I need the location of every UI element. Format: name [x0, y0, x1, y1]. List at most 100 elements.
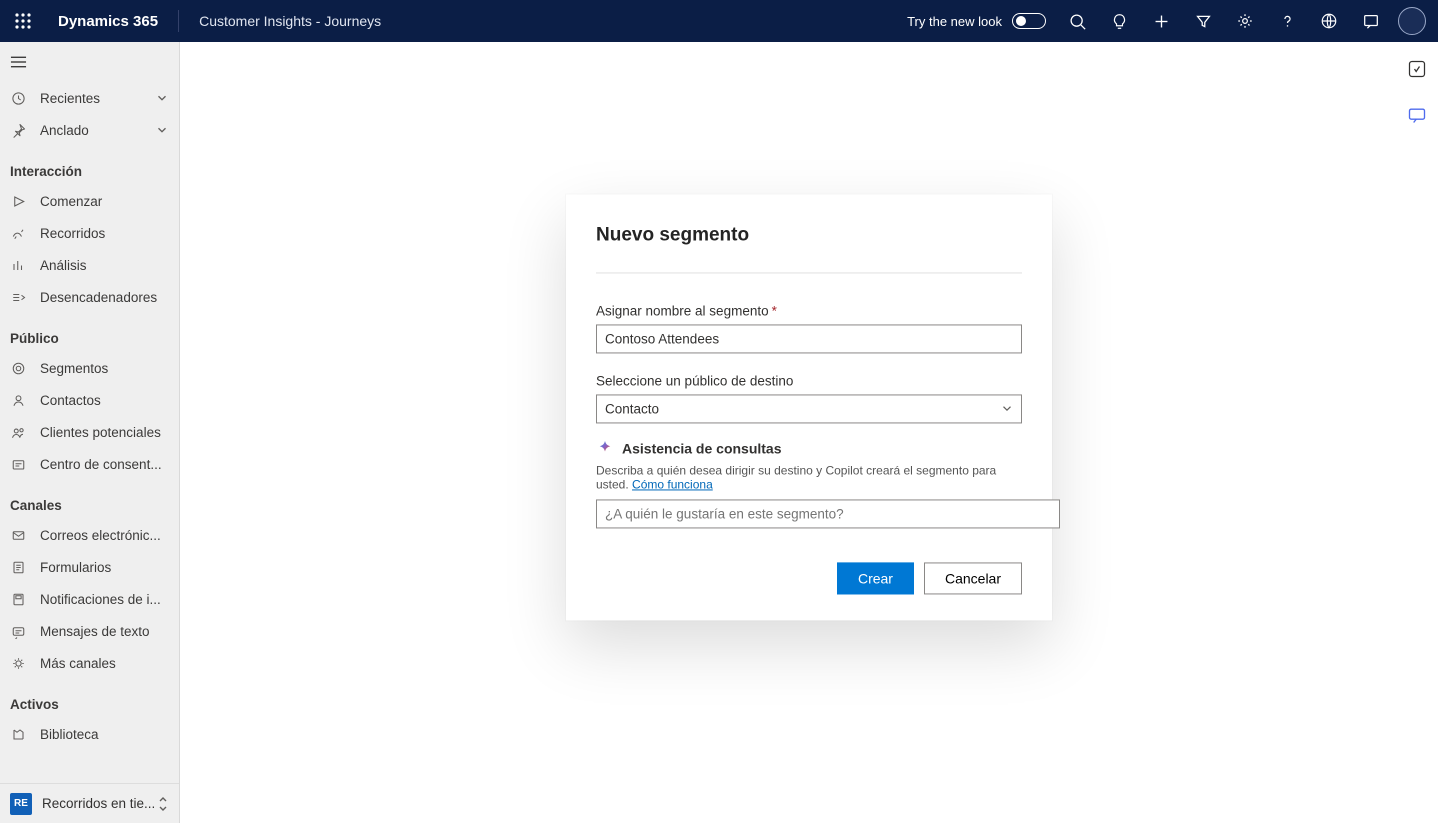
nav-item-label: Contactos — [40, 393, 169, 408]
lightbulb-icon — [1111, 13, 1128, 30]
waffle-icon — [15, 13, 31, 29]
nav-item-icon — [10, 225, 26, 241]
nav-item-label: Desencadenadores — [40, 290, 169, 305]
insights-button[interactable] — [1098, 0, 1140, 42]
chat-icon — [1407, 105, 1427, 125]
nav-pinned[interactable]: Anclado — [0, 114, 179, 146]
dialog-title: Nuevo segmento — [596, 224, 1022, 246]
module-name[interactable]: Customer Insights - Journeys — [199, 13, 381, 29]
nav-group-header: Público — [0, 313, 179, 352]
audience-label: Seleccione un público de destino — [596, 373, 1022, 388]
teams-chat-button[interactable] — [1402, 100, 1432, 130]
nav-item-icon — [10, 193, 26, 209]
nav-item-label: Biblioteca — [40, 727, 169, 742]
divider — [596, 272, 1022, 273]
nav-item-icon — [10, 726, 26, 742]
nav-item-icon — [10, 655, 26, 671]
how-it-works-link[interactable]: Cómo funciona — [632, 477, 713, 491]
clock-icon — [10, 90, 26, 106]
globe-button[interactable] — [1308, 0, 1350, 42]
nav-item-icon — [10, 456, 26, 472]
help-icon — [1279, 13, 1296, 30]
area-switcher[interactable]: RE Recorridos en tie... — [0, 783, 179, 823]
nav-item[interactable]: Notificaciones de i... — [0, 583, 179, 615]
nav-item-label: Análisis — [40, 258, 169, 273]
hamburger-icon — [10, 55, 27, 69]
nav-item-icon — [10, 424, 26, 440]
app-title: Dynamics 365 — [58, 13, 158, 30]
gear-icon — [1236, 12, 1254, 30]
nav-collapse-button[interactable] — [0, 42, 179, 82]
top-bar: Dynamics 365 Customer Insights - Journey… — [0, 0, 1438, 42]
area-label: Recorridos en tie... — [42, 796, 157, 811]
divider — [178, 10, 179, 32]
audience-select[interactable] — [596, 394, 1022, 423]
nav-item-label: Mensajes de texto — [40, 624, 169, 639]
area-badge: RE — [10, 793, 32, 815]
create-button[interactable]: Crear — [837, 562, 914, 594]
nav-item[interactable]: Centro de consent... — [0, 448, 179, 480]
user-avatar[interactable] — [1398, 7, 1426, 35]
nav-item-label: Centro de consent... — [40, 457, 169, 472]
nav-group-header: Activos — [0, 679, 179, 718]
messenger-button[interactable] — [1350, 0, 1392, 42]
copilot-icon — [596, 439, 614, 457]
segment-name-input[interactable] — [596, 324, 1022, 353]
nav-item-icon — [10, 623, 26, 639]
query-assist-desc: Describa a quién desea dirigir su destin… — [596, 463, 1022, 491]
filter-button[interactable] — [1182, 0, 1224, 42]
nav-item-icon — [10, 257, 26, 273]
nav-item-label: Correos electrónic... — [40, 528, 169, 543]
nav-recent[interactable]: Recientes — [0, 82, 179, 114]
chat-panel-icon — [1362, 12, 1380, 30]
nav-item[interactable]: Desencadenadores — [0, 281, 179, 313]
chevron-down-icon — [155, 123, 169, 137]
globe-icon — [1320, 12, 1338, 30]
nav-item-label: Más canales — [40, 656, 169, 671]
plus-icon — [1153, 13, 1170, 30]
nav-item-label: Comenzar — [40, 194, 169, 209]
nav-item-label: Formularios — [40, 560, 169, 575]
nav-item[interactable]: Biblioteca — [0, 718, 179, 750]
nav-item-icon — [10, 289, 26, 305]
query-assist-input[interactable] — [596, 499, 1060, 528]
nav-item[interactable]: Comenzar — [0, 185, 179, 217]
nav-item-icon — [10, 360, 26, 376]
add-button[interactable] — [1140, 0, 1182, 42]
nav-item-label: Notificaciones de i... — [40, 592, 169, 607]
nav-item-icon — [10, 392, 26, 408]
nav-item-label: Segmentos — [40, 361, 169, 376]
try-toggle[interactable] — [1012, 13, 1046, 29]
nav-item[interactable]: Análisis — [0, 249, 179, 281]
chevron-down-icon — [155, 91, 169, 105]
nav-item-icon — [10, 591, 26, 607]
nav-item[interactable]: Segmentos — [0, 352, 179, 384]
nav-item[interactable]: Más canales — [0, 647, 179, 679]
updown-icon — [157, 796, 169, 812]
nav-item[interactable]: Correos electrónic... — [0, 519, 179, 551]
copilot-spark-icon — [1407, 59, 1427, 79]
nav-item[interactable]: Contactos — [0, 384, 179, 416]
nav-item[interactable]: Clientes potenciales — [0, 416, 179, 448]
pin-icon — [10, 122, 26, 138]
nav-item-label: Clientes potenciales — [40, 425, 169, 440]
nav-item[interactable]: Recorridos — [0, 217, 179, 249]
help-button[interactable] — [1266, 0, 1308, 42]
copilot-panel-button[interactable] — [1402, 54, 1432, 84]
nav-item[interactable]: Formularios — [0, 551, 179, 583]
search-button[interactable] — [1056, 0, 1098, 42]
cancel-button[interactable]: Cancelar — [924, 562, 1022, 594]
nav-item-icon — [10, 527, 26, 543]
filter-icon — [1195, 13, 1212, 30]
segment-name-label: Asignar nombre al segmento* — [596, 303, 1022, 318]
nav-item[interactable]: Mensajes de texto — [0, 615, 179, 647]
try-label: Try the new look — [907, 14, 1002, 29]
app-launcher-button[interactable] — [6, 4, 40, 38]
new-segment-dialog: Nuevo segmento Asignar nombre al segment… — [566, 194, 1052, 620]
nav-item-label: Recorridos — [40, 226, 169, 241]
nav-group-header: Canales — [0, 480, 179, 519]
search-icon — [1069, 13, 1086, 30]
main-area: Nuevo segmento Asignar nombre al segment… — [180, 42, 1438, 823]
settings-button[interactable] — [1224, 0, 1266, 42]
try-new-look[interactable]: Try the new look — [907, 13, 1046, 29]
